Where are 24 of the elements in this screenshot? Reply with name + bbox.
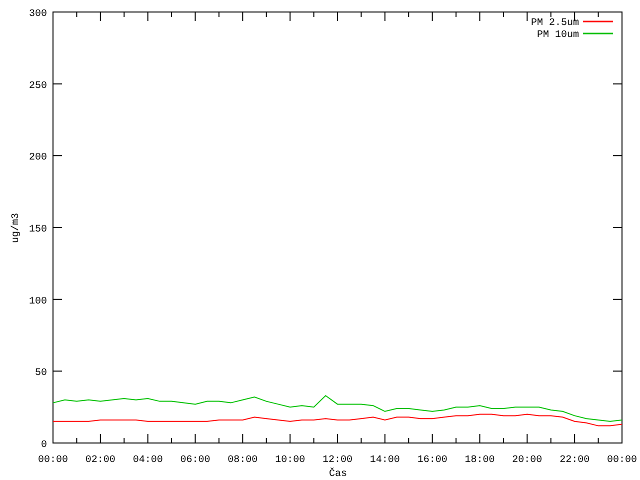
legend-label: PM 2.5um xyxy=(530,18,579,29)
y-tick-label: 50 xyxy=(34,368,47,380)
x-tick-label: 00:00 xyxy=(38,455,68,466)
y-tick-label: 250 xyxy=(28,80,47,92)
x-tick-label: 04:00 xyxy=(132,455,163,466)
x-tick-label: 02:00 xyxy=(85,455,116,466)
y-tick-label: 0 xyxy=(40,440,47,451)
x-tick-label: 16:00 xyxy=(417,455,448,466)
x-tick-label: 22:00 xyxy=(560,455,590,466)
y-tick-label: 150 xyxy=(28,224,47,236)
x-tick-label: 20:00 xyxy=(512,455,542,466)
y-tick-label: 300 xyxy=(28,9,47,20)
x-axis-title: Čas xyxy=(329,469,347,480)
x-tick-label: 06:00 xyxy=(180,455,210,466)
x-tick-label: 18:00 xyxy=(464,455,495,466)
y-axis-title: ug/m3 xyxy=(11,213,22,243)
x-tick-label: 10:00 xyxy=(275,455,306,466)
x-tick-label: 00:00 xyxy=(607,455,637,466)
y-tick-label: 100 xyxy=(28,296,47,308)
x-tick-label: 12:00 xyxy=(322,455,352,466)
legend-label: PM 10um xyxy=(536,30,579,41)
x-tick-label: 14:00 xyxy=(370,455,400,466)
x-tick-label: 08:00 xyxy=(228,455,258,466)
y-tick-label: 200 xyxy=(28,152,47,164)
